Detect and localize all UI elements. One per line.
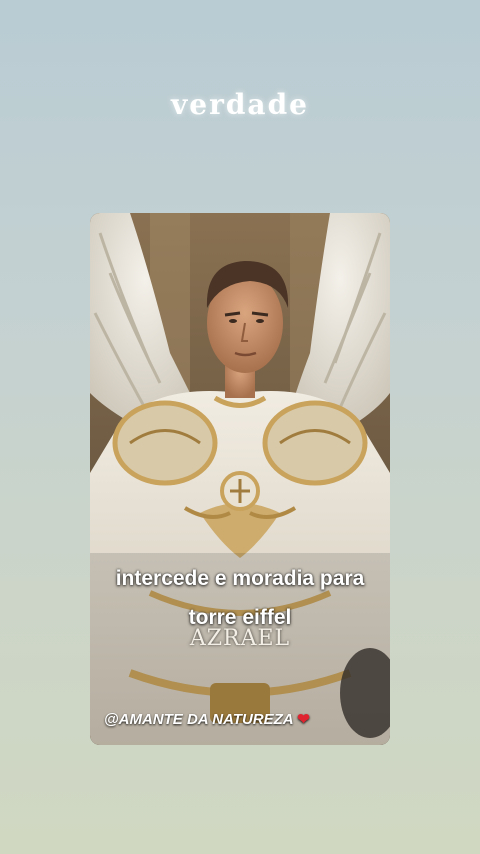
handle-text: @AMANTE DA NATUREZA	[104, 711, 294, 728]
author-handle[interactable]: @AMANTE DA NATUREZA ❤	[104, 710, 310, 728]
name-label: AZRAEL	[189, 626, 291, 651]
story-title: verdade	[171, 88, 309, 121]
angel-warrior-illustration	[90, 213, 390, 745]
caption-line-1: intercede e moradia para	[115, 567, 365, 590]
heart-icon: ❤	[297, 711, 310, 728]
image-card[interactable]: intercede e moradia para torre eiffel AZ…	[90, 213, 390, 745]
